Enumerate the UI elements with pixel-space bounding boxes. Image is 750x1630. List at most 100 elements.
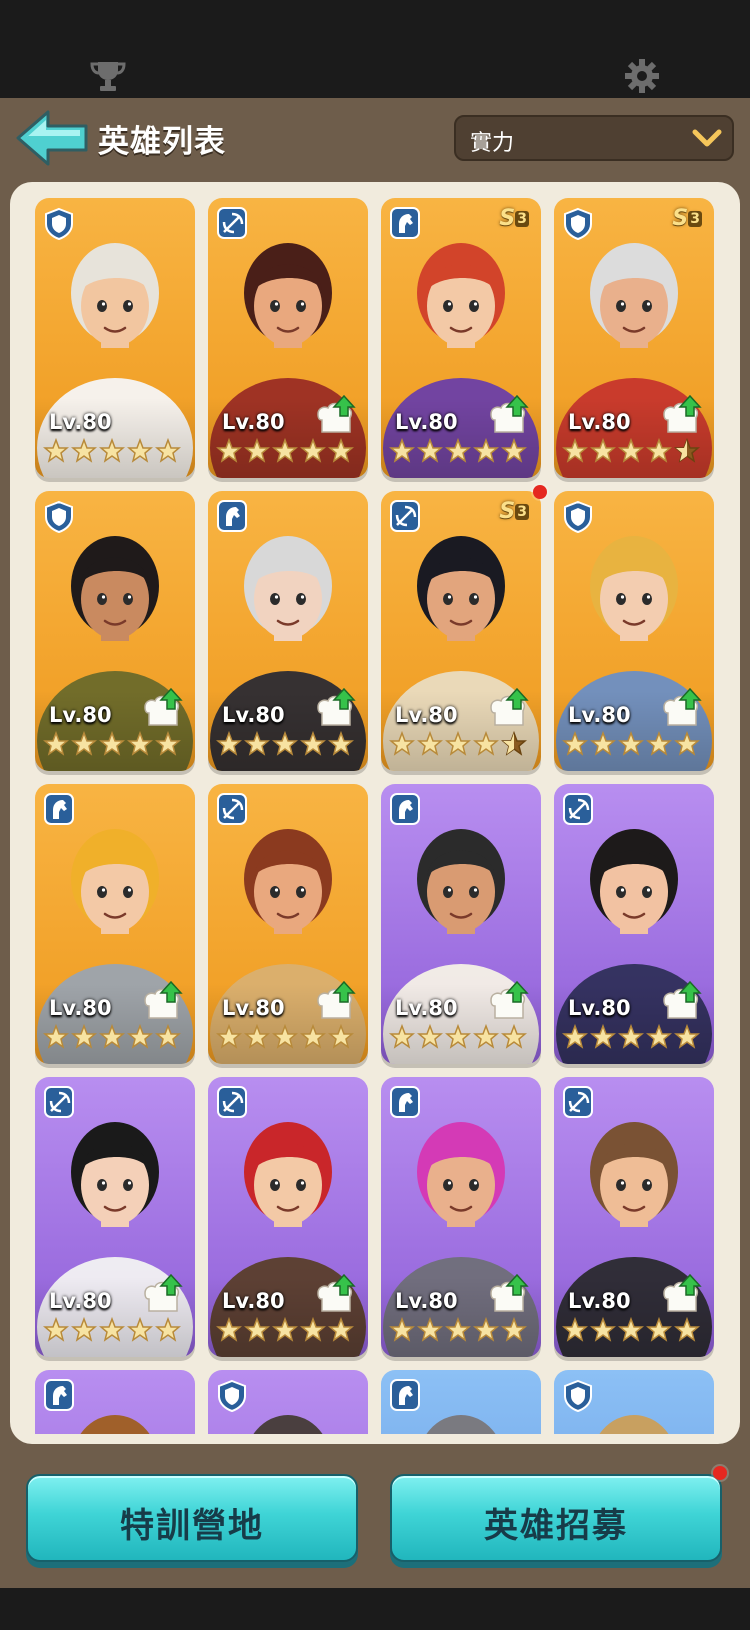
hero-grid[interactable]: Lv.80 Lv.80 S 3 Lv.80 S 3 Lv.80 Lv.80 Lv.80 S 3 Lv.8… <box>10 182 740 1434</box>
hero-list-panel[interactable]: Lv.80 Lv.80 S 3 Lv.80 S 3 Lv.80 Lv.80 Lv.80 S 3 Lv.8… <box>10 182 740 1444</box>
hero-card[interactable]: Lv.80 <box>381 1077 541 1357</box>
star-icon <box>99 1317 125 1342</box>
star-icon <box>646 1024 672 1049</box>
hero-card[interactable] <box>554 1370 714 1434</box>
star-icon <box>501 438 527 463</box>
hero-level: Lv.80 <box>568 996 631 1020</box>
star-rating <box>43 1317 183 1347</box>
hero-level: Lv.80 <box>49 1289 112 1313</box>
tier-badge: S3 <box>672 206 702 231</box>
hero-card[interactable]: Lv.80 <box>35 491 195 771</box>
hero-card[interactable]: Lv.80 <box>208 784 368 1064</box>
star-rating <box>389 1024 529 1054</box>
gear-icon[interactable] <box>622 58 662 94</box>
hero-card[interactable] <box>208 1370 368 1434</box>
star-rating <box>389 1317 529 1347</box>
star-icon <box>328 731 354 756</box>
upgrade-arrow-icon[interactable] <box>314 1273 358 1317</box>
star-icon <box>473 731 499 756</box>
hero-recruit-button[interactable]: 英雄招募 <box>390 1474 722 1562</box>
star-icon <box>300 731 326 756</box>
upgrade-arrow-icon[interactable] <box>314 394 358 438</box>
shield-class-icon <box>218 1379 246 1412</box>
star-icon <box>501 1024 527 1049</box>
upgrade-arrow-icon[interactable] <box>660 1273 704 1317</box>
upgrade-arrow-icon[interactable] <box>660 687 704 731</box>
star-icon <box>216 1317 242 1342</box>
sort-dropdown[interactable]: 實力 <box>454 115 734 161</box>
upgrade-arrow-icon[interactable] <box>660 394 704 438</box>
star-icon <box>244 438 270 463</box>
horse-class-icon <box>390 207 420 239</box>
trophy-icon[interactable] <box>88 58 128 94</box>
star-icon <box>216 438 242 463</box>
horse-class-icon <box>217 500 247 532</box>
hero-card[interactable]: Lv.80 <box>208 491 368 771</box>
star-icon <box>155 731 181 756</box>
tier-badge: S3 <box>499 499 529 524</box>
star-icon <box>300 438 326 463</box>
star-icon <box>417 1024 443 1049</box>
hero-card[interactable]: Lv.80 <box>554 491 714 771</box>
star-icon <box>155 438 181 463</box>
upgrade-arrow-icon[interactable] <box>141 1273 185 1317</box>
sort-value: 實力 <box>470 131 515 156</box>
upgrade-arrow-icon[interactable] <box>487 687 531 731</box>
star-icon <box>562 438 588 463</box>
hero-card[interactable] <box>35 1370 195 1434</box>
upgrade-arrow-icon[interactable] <box>141 980 185 1024</box>
star-icon <box>272 438 298 463</box>
upgrade-arrow-icon[interactable] <box>141 687 185 731</box>
hero-card[interactable]: Lv.80 <box>554 784 714 1064</box>
back-arrow-icon[interactable] <box>14 108 90 168</box>
hero-card[interactable]: Lv.80 <box>35 1077 195 1357</box>
upgrade-arrow-icon[interactable] <box>314 687 358 731</box>
upgrade-arrow-icon[interactable] <box>487 980 531 1024</box>
hero-level: Lv.80 <box>568 703 631 727</box>
star-icon <box>389 731 415 756</box>
hero-card[interactable]: Lv.80 <box>381 784 541 1064</box>
star-icon <box>674 1317 700 1342</box>
upgrade-arrow-icon[interactable] <box>660 980 704 1024</box>
star-icon <box>618 1024 644 1049</box>
hero-level: Lv.80 <box>49 996 112 1020</box>
hero-card[interactable]: Lv.80 <box>208 1077 368 1357</box>
hero-card[interactable]: Lv.80 <box>35 198 195 478</box>
hero-card[interactable]: Lv.80 <box>35 784 195 1064</box>
star-icon <box>71 1024 97 1049</box>
notification-dot <box>533 485 547 499</box>
star-icon <box>127 1317 153 1342</box>
hero-card[interactable]: S 3 Lv.80 <box>381 198 541 478</box>
star-icon <box>618 438 644 463</box>
star-icon <box>389 1317 415 1342</box>
star-icon <box>646 731 672 756</box>
hero-card[interactable] <box>381 1370 541 1434</box>
hero-card[interactable]: Lv.80 <box>554 1077 714 1357</box>
hero-level: Lv.80 <box>568 1289 631 1313</box>
star-icon <box>155 1024 181 1049</box>
upgrade-arrow-icon[interactable] <box>487 1273 531 1317</box>
tier-badge: S3 <box>499 206 529 231</box>
star-icon <box>99 438 125 463</box>
shield-class-icon <box>45 207 73 240</box>
star-icon <box>501 1317 527 1342</box>
star-icon <box>244 1317 270 1342</box>
hero-level: Lv.80 <box>395 1289 458 1313</box>
star-icon <box>328 1317 354 1342</box>
star-icon <box>473 1317 499 1342</box>
star-icon <box>43 1024 69 1049</box>
bow-class-icon <box>44 1086 74 1118</box>
star-icon <box>43 731 69 756</box>
upgrade-arrow-icon[interactable] <box>314 980 358 1024</box>
hero-card[interactable]: S 3 Lv.80 <box>554 198 714 478</box>
upgrade-arrow-icon[interactable] <box>487 394 531 438</box>
hero-card[interactable]: S 3 Lv.80 <box>381 491 541 771</box>
star-icon <box>590 438 616 463</box>
training-camp-button[interactable]: 特訓營地 <box>26 1474 358 1562</box>
horse-class-icon <box>44 1379 74 1411</box>
star-icon <box>445 1317 471 1342</box>
hero-level: Lv.80 <box>395 703 458 727</box>
hero-card[interactable]: Lv.80 <box>208 198 368 478</box>
star-icon <box>646 1317 672 1342</box>
star-icon <box>99 731 125 756</box>
